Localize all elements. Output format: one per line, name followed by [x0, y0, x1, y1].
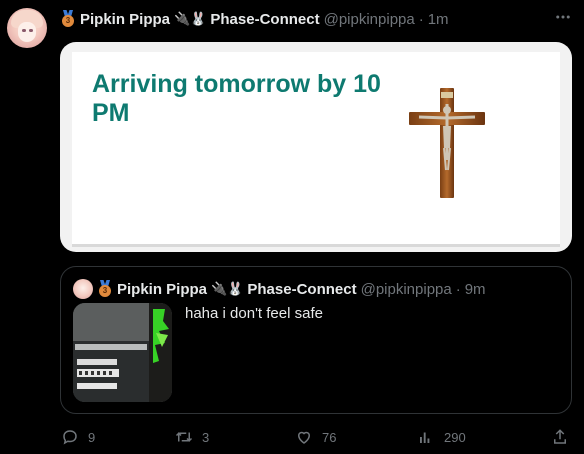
- team-emoji: 🔌🐰: [174, 11, 207, 26]
- like-button[interactable]: 76: [294, 426, 336, 448]
- quote-thumbnail-image: [73, 303, 172, 402]
- quote-author-name: Pipkin Pippa: [117, 280, 208, 298]
- avatar-eye: [29, 29, 33, 32]
- card-title: Arriving tomorrow by 10 PM: [92, 70, 381, 127]
- author-handle[interactable]: @pipkinpippa: [324, 11, 415, 28]
- avatar-eye: [22, 29, 26, 32]
- views-button[interactable]: 290: [416, 426, 466, 448]
- quote-avatar[interactable]: [73, 279, 93, 299]
- retweet-count: 3: [202, 429, 210, 445]
- like-count: 76: [322, 429, 337, 445]
- quote-text: haha i don't feel safe: [185, 305, 323, 322]
- retweet-icon: [174, 427, 194, 447]
- retweet-button[interactable]: 3: [174, 426, 209, 448]
- tweet[interactable]: 3 Pipkin Pippa 🔌🐰 Phase-Connect @pipkinp…: [0, 0, 584, 454]
- medal-icon: 3: [60, 10, 76, 28]
- separator: ·: [418, 10, 424, 28]
- quote-team-name: Phase-Connect: [247, 280, 357, 298]
- views-icon: [416, 427, 436, 447]
- tweet-header: 3 Pipkin Pippa 🔌🐰 Phase-Connect @pipkinp…: [60, 9, 449, 29]
- reply-count: 9: [88, 429, 96, 445]
- heart-icon: [294, 427, 314, 447]
- medal-number: 3: [62, 15, 74, 27]
- crucifix-image: [409, 88, 485, 198]
- quote-header: 3 Pipkin Pippa 🔌🐰 Phase-Connect @pipkinp…: [73, 279, 486, 299]
- share-button[interactable]: [550, 426, 578, 448]
- medal-icon: 3: [97, 280, 113, 298]
- media-card[interactable]: Arriving tomorrow by 10 PM: [60, 42, 572, 252]
- team-name[interactable]: Phase-Connect: [210, 11, 319, 28]
- reply-button[interactable]: 9: [60, 426, 95, 448]
- avatar-face: [18, 22, 36, 42]
- quote-handle: @pipkinpippa: [360, 280, 452, 298]
- views-count: 290: [444, 429, 466, 445]
- action-bar: 9 3 76 290: [60, 426, 572, 448]
- reply-icon: [60, 427, 80, 447]
- medal-number: 3: [99, 285, 111, 297]
- separator: ·: [455, 280, 461, 298]
- more-horizontal-icon[interactable]: [554, 8, 572, 31]
- quote-thumbnail: [73, 303, 172, 402]
- tweet-time[interactable]: 1m: [428, 11, 449, 28]
- author-name[interactable]: Pipkin Pippa: [80, 11, 170, 28]
- team-emoji: 🔌🐰: [211, 281, 244, 296]
- quote-time: 9m: [464, 280, 486, 298]
- avatar[interactable]: [7, 8, 47, 48]
- share-icon: [550, 427, 570, 447]
- quoted-tweet[interactable]: 3 Pipkin Pippa 🔌🐰 Phase-Connect @pipkinp…: [60, 266, 572, 414]
- media-card-inner: Arriving tomorrow by 10 PM: [72, 52, 560, 247]
